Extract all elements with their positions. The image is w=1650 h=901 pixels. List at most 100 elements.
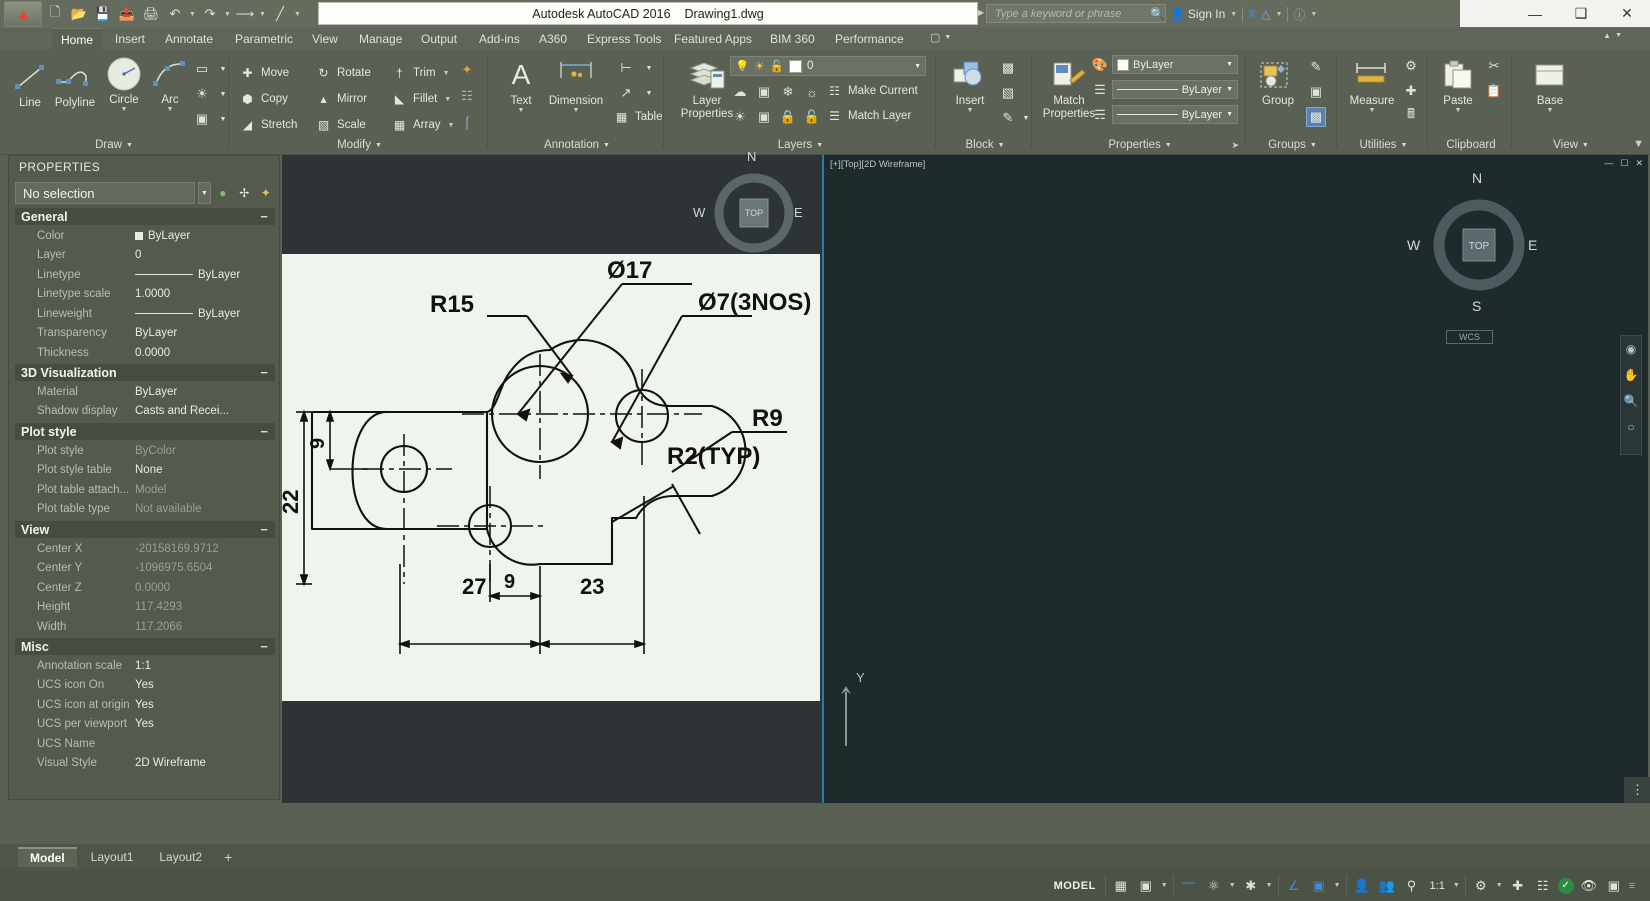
scale-caret-icon[interactable]: ▼ [1453, 882, 1460, 889]
draw-panel-caret-icon[interactable]: ▼ [126, 142, 133, 149]
redo-icon[interactable]: ↷ [199, 3, 221, 25]
tab-home[interactable]: Home [52, 28, 103, 50]
customization-icon[interactable]: ☷ [1533, 876, 1553, 896]
group-header-view[interactable]: View − [15, 521, 275, 538]
ortho-icon[interactable]: ⎻ [1179, 876, 1199, 896]
tab-parametric[interactable]: Parametric [226, 28, 302, 50]
property-row-plot-table-attachment[interactable]: Plot table attach... Model [15, 480, 275, 500]
rotate-button[interactable]: ↻ Rotate [315, 62, 370, 84]
region-caret-icon[interactable]: ▼ [213, 109, 233, 129]
layer-combo-caret-icon[interactable]: ▼ [914, 63, 921, 70]
lineweight-combo-caret-icon[interactable]: ▼ [1226, 86, 1233, 93]
redo-caret-icon[interactable]: ▼ [223, 3, 232, 25]
line-tool-icon[interactable]: ╱ [269, 3, 291, 25]
clipboard-panel-label[interactable]: Clipboard [1432, 137, 1510, 153]
layer-lock-icon[interactable]: 🔒 [778, 107, 798, 127]
property-row-thickness[interactable]: Thickness 0.0000 [15, 343, 275, 363]
leader-icon[interactable]: ⊢ [616, 58, 636, 78]
scale-button[interactable]: ▧ Scale [315, 114, 366, 136]
move-button[interactable]: ✚ Move [239, 62, 289, 84]
viewcube-right[interactable]: TOP N W E S WCS [1407, 170, 1537, 344]
tab-performance[interactable]: Performance [826, 28, 913, 50]
property-row-width[interactable]: Width 117.2066 [15, 617, 275, 637]
isometric-caret-icon[interactable]: ▼ [1266, 882, 1273, 889]
offset-icon[interactable]: ☷ [457, 86, 477, 106]
zoom-icon[interactable]: 🔍 [1621, 388, 1641, 414]
property-row-ucs-icon-at-origin[interactable]: UCS icon at origin Yes [15, 695, 275, 715]
region-icon[interactable]: ▣ [192, 109, 212, 129]
color-wheel-icon[interactable]: 🎨 [1090, 55, 1110, 75]
property-row-center-z[interactable]: Center Z 0.0000 [15, 578, 275, 598]
tab-output[interactable]: Output [412, 28, 466, 50]
insert-dropdown-caret-icon[interactable]: ▼ [944, 107, 996, 114]
multileader-icon[interactable]: ↗ [616, 83, 636, 103]
measure-dropdown-caret-icon[interactable]: ▼ [1343, 107, 1401, 114]
vc-ucs-label[interactable]: WCS [1446, 330, 1493, 344]
property-row-plot-style-table[interactable]: Plot style table None [15, 461, 275, 481]
property-row-visual-style[interactable]: Visual Style 2D Wireframe [15, 754, 275, 774]
ribbon-minimize-icon[interactable]: ▲ [1603, 31, 1611, 40]
properties-panel-caret-icon[interactable]: ▼ [1165, 142, 1172, 149]
property-row-layer[interactable]: Layer 0 [15, 246, 275, 266]
minimize-button[interactable]: — [1512, 0, 1558, 27]
sign-in-caret-icon[interactable]: ▼ [1230, 11, 1237, 18]
trim-caret-icon[interactable]: ▼ [443, 70, 450, 77]
application-menu-button[interactable]: ▲ [4, 1, 42, 27]
viewport-label[interactable]: [+][Top][2D Wireframe] [830, 159, 925, 170]
freeze-sun-icon[interactable]: ☀ [754, 59, 764, 73]
base-button[interactable]: Base ▼ [1526, 56, 1574, 114]
status-overflow-caret-icon[interactable]: ☰ [1629, 882, 1635, 890]
layer-unisolate-icon[interactable]: ▣ [754, 82, 774, 102]
view-panel-label[interactable]: View ▼ [1516, 137, 1626, 153]
selection-combo[interactable]: No selection [15, 182, 195, 204]
property-row-center-x[interactable]: Center X -20158169.9712 [15, 539, 275, 559]
group-header-plot-style[interactable]: Plot style − [15, 423, 275, 440]
ribbon-minimize-caret-icon[interactable]: ▼ [1615, 32, 1622, 39]
groups-panel-caret-icon[interactable]: ▼ [1310, 142, 1317, 149]
base-dropdown-caret-icon[interactable]: ▼ [1526, 107, 1574, 114]
save-as-icon[interactable]: 📤 [116, 3, 138, 25]
grid-icon[interactable]: ▦ [1111, 876, 1131, 896]
property-value[interactable]: ByLayer [135, 230, 275, 242]
property-row-transparency[interactable]: Transparency ByLayer [15, 324, 275, 344]
property-row-height[interactable]: Height 117.4293 [15, 598, 275, 618]
arc-dropdown-caret-icon[interactable]: ▼ [146, 106, 194, 113]
group-header-general[interactable]: General − [15, 208, 275, 225]
polar-tracking-icon[interactable]: ⚛ [1204, 876, 1224, 896]
property-row-linetype-scale[interactable]: Linetype scale 1.0000 [15, 285, 275, 305]
drawing-viewport-right[interactable]: [+][Top][2D Wireframe] — ☐ ✕ TOP N W E S… [822, 155, 1650, 803]
group-button[interactable]: Group [1252, 56, 1304, 107]
layer-isolate-icon[interactable]: ☁ [730, 82, 750, 102]
copy-button[interactable]: ⬢ Copy [239, 88, 288, 110]
explode-icon[interactable]: ✦ [457, 60, 477, 80]
unlock-icon[interactable]: 🔓 [770, 59, 784, 73]
annotation-scale-value[interactable]: 1:1 [1427, 880, 1448, 892]
drawing-viewport-left[interactable]: TOP N W E WCS [282, 149, 822, 803]
group-plotstyle-collapse-icon[interactable]: − [260, 424, 268, 439]
osnap-caret-icon[interactable]: ▼ [1334, 882, 1341, 889]
text-button[interactable]: A Text ▼ [497, 56, 545, 114]
layout-tab-layout2[interactable]: Layout2 [147, 847, 214, 867]
layers-panel-caret-icon[interactable]: ▼ [816, 142, 823, 149]
snap-icon[interactable]: ▣ [1136, 876, 1156, 896]
hatch-caret-icon[interactable]: ▼ [213, 84, 233, 104]
close-button[interactable]: ✕ [1604, 0, 1650, 27]
group-header-3d-visualization[interactable]: 3D Visualization − [15, 364, 275, 381]
edit-attribute-icon[interactable]: ✎ [998, 108, 1018, 128]
tab-bim360[interactable]: BIM 360 [761, 28, 824, 50]
hardware-acceleration-icon[interactable]: ✓ [1557, 877, 1574, 894]
rectangle-caret-icon[interactable]: ▼ [213, 59, 233, 79]
command-line-handle[interactable]: ⋮ ✕ 🔧 [1624, 777, 1650, 803]
text-dropdown-caret-icon[interactable]: ▼ [497, 107, 545, 114]
steering-wheel-icon[interactable]: ◉ [1621, 336, 1641, 362]
paste-button[interactable]: Paste ▼ [1434, 56, 1482, 114]
properties-panel-expand-icon[interactable]: ➤ [1231, 140, 1239, 151]
utilities-panel-label[interactable]: Utilities ▼ [1341, 137, 1426, 153]
plot-icon[interactable]: 🖨 [140, 3, 162, 25]
tab-featured-apps[interactable]: Featured Apps [665, 28, 761, 50]
copy-clip-icon[interactable]: 📋 [1484, 81, 1504, 101]
layout-tab-layout1[interactable]: Layout1 [79, 847, 146, 867]
isolate-objects-icon[interactable]: 👁 [1579, 876, 1599, 896]
dimension-button[interactable]: Dimension ▼ [540, 56, 612, 114]
tab-view[interactable]: View [303, 28, 347, 50]
